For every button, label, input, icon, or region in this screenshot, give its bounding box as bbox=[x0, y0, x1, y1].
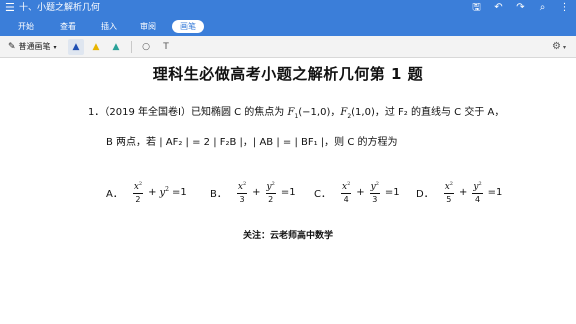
blue-pen-icon[interactable]: ▲ bbox=[68, 39, 84, 55]
document-title: 十、小题之解析几何 bbox=[19, 3, 101, 13]
option-a-denominator: 2 bbox=[135, 195, 141, 204]
question-text-suffix: ，过 F₂ 的直线与 C 交于 A， bbox=[374, 107, 505, 118]
lasso-icon[interactable]: ○ bbox=[138, 39, 154, 55]
tab-pen[interactable]: 画笔 bbox=[172, 20, 204, 33]
option-a-y-term: y2 bbox=[159, 185, 169, 199]
titlebar-actions: 🖫 ↶ ↷ ⌕ ⋮ bbox=[471, 2, 570, 14]
option-a-fraction: x2 2 bbox=[132, 181, 144, 204]
option-d-letter: D． bbox=[416, 188, 434, 200]
option-b: B． x2 3 + y2 2 =1 bbox=[210, 181, 296, 204]
option-c-fraction-y: y2 3 bbox=[369, 181, 380, 204]
focus-f2-coord: (1,0) bbox=[351, 107, 375, 118]
highlighter-icon[interactable]: ▲ bbox=[88, 39, 104, 55]
option-a-rhs: =1 bbox=[171, 186, 187, 198]
pen-type-label: 普通画笔 bbox=[18, 42, 51, 51]
option-d-fraction-x: x2 5 bbox=[443, 181, 454, 204]
option-b-fraction-y: y2 2 bbox=[265, 181, 276, 204]
tab-insert[interactable]: 插入 bbox=[101, 20, 117, 33]
undo-icon[interactable]: ↶ bbox=[493, 2, 504, 14]
option-b-fraction-x: x2 3 bbox=[236, 181, 248, 204]
option-c-fraction-x: x2 4 bbox=[340, 181, 352, 204]
marker-icon[interactable]: ▲ bbox=[108, 39, 124, 55]
tab-review[interactable]: 审阅 bbox=[140, 20, 156, 33]
chevron-down-icon: ▾ bbox=[53, 44, 57, 51]
question-text-prefix: （2019 年全国卷Ⅰ）已知椭圆 C 的焦点为 bbox=[104, 107, 288, 118]
settings-dropdown[interactable]: ⚙ ▾ bbox=[552, 40, 566, 55]
page-title: 理科生必做高考小题之解析几何第 1 题 bbox=[152, 65, 424, 83]
option-c-rhs: =1 bbox=[384, 186, 400, 198]
redo-icon[interactable]: ↷ bbox=[515, 2, 526, 14]
menu-icon[interactable]: ☰ bbox=[5, 1, 15, 15]
question-line-2: B 两点，若 | AF₂ | = 2 | F₂B |，| AB | = | BF… bbox=[106, 137, 398, 148]
settings-caret-icon: ▾ bbox=[562, 44, 566, 51]
text-tool-icon[interactable]: T bbox=[158, 39, 174, 55]
pen-icon: ✎ bbox=[8, 42, 16, 52]
pen-toolbar: ✎ 普通画笔 ▾ ▲ ▲ ▲ ○ T ⚙ ▾ bbox=[0, 36, 576, 58]
follow-note: 关注：云老师高中数学 bbox=[242, 231, 333, 241]
more-icon[interactable]: ⋮ bbox=[559, 2, 570, 14]
toolbar-divider bbox=[131, 41, 132, 53]
option-d: D． x2 5 + y2 4 =1 bbox=[416, 181, 503, 204]
question-number: 1． bbox=[88, 107, 105, 118]
focus-f1-coord: (−1,0) bbox=[298, 107, 331, 118]
option-a: A． x2 2 + y2 =1 bbox=[106, 181, 187, 204]
option-c-letter: C． bbox=[314, 188, 331, 200]
search-icon[interactable]: ⌕ bbox=[537, 2, 548, 14]
title-bar: ☰ 十、小题之解析几何 🖫 ↶ ↷ ⌕ ⋮ bbox=[0, 0, 576, 17]
gear-icon: ⚙ bbox=[552, 41, 561, 52]
tab-start[interactable]: 开始 bbox=[18, 20, 34, 33]
question-line-1: 1．（2019 年全国卷Ⅰ）已知椭圆 C 的焦点为 F1(−1,0)，F2(1,… bbox=[88, 106, 504, 124]
ribbon-tabs: 开始 查看 插入 审阅 画笔 bbox=[0, 17, 576, 36]
option-d-rhs: =1 bbox=[487, 186, 503, 198]
pen-type-dropdown[interactable]: ✎ 普通画笔 ▾ bbox=[8, 41, 57, 54]
tab-view[interactable]: 查看 bbox=[60, 20, 76, 33]
option-c: C． x2 4 + y2 3 =1 bbox=[314, 181, 400, 204]
question-comma: ， bbox=[330, 107, 341, 118]
option-b-letter: B． bbox=[210, 188, 227, 200]
option-b-rhs: =1 bbox=[280, 186, 296, 198]
save-icon[interactable]: 🖫 bbox=[471, 2, 482, 14]
option-a-letter: A． bbox=[106, 188, 123, 200]
option-d-fraction-y: y2 4 bbox=[472, 181, 483, 204]
